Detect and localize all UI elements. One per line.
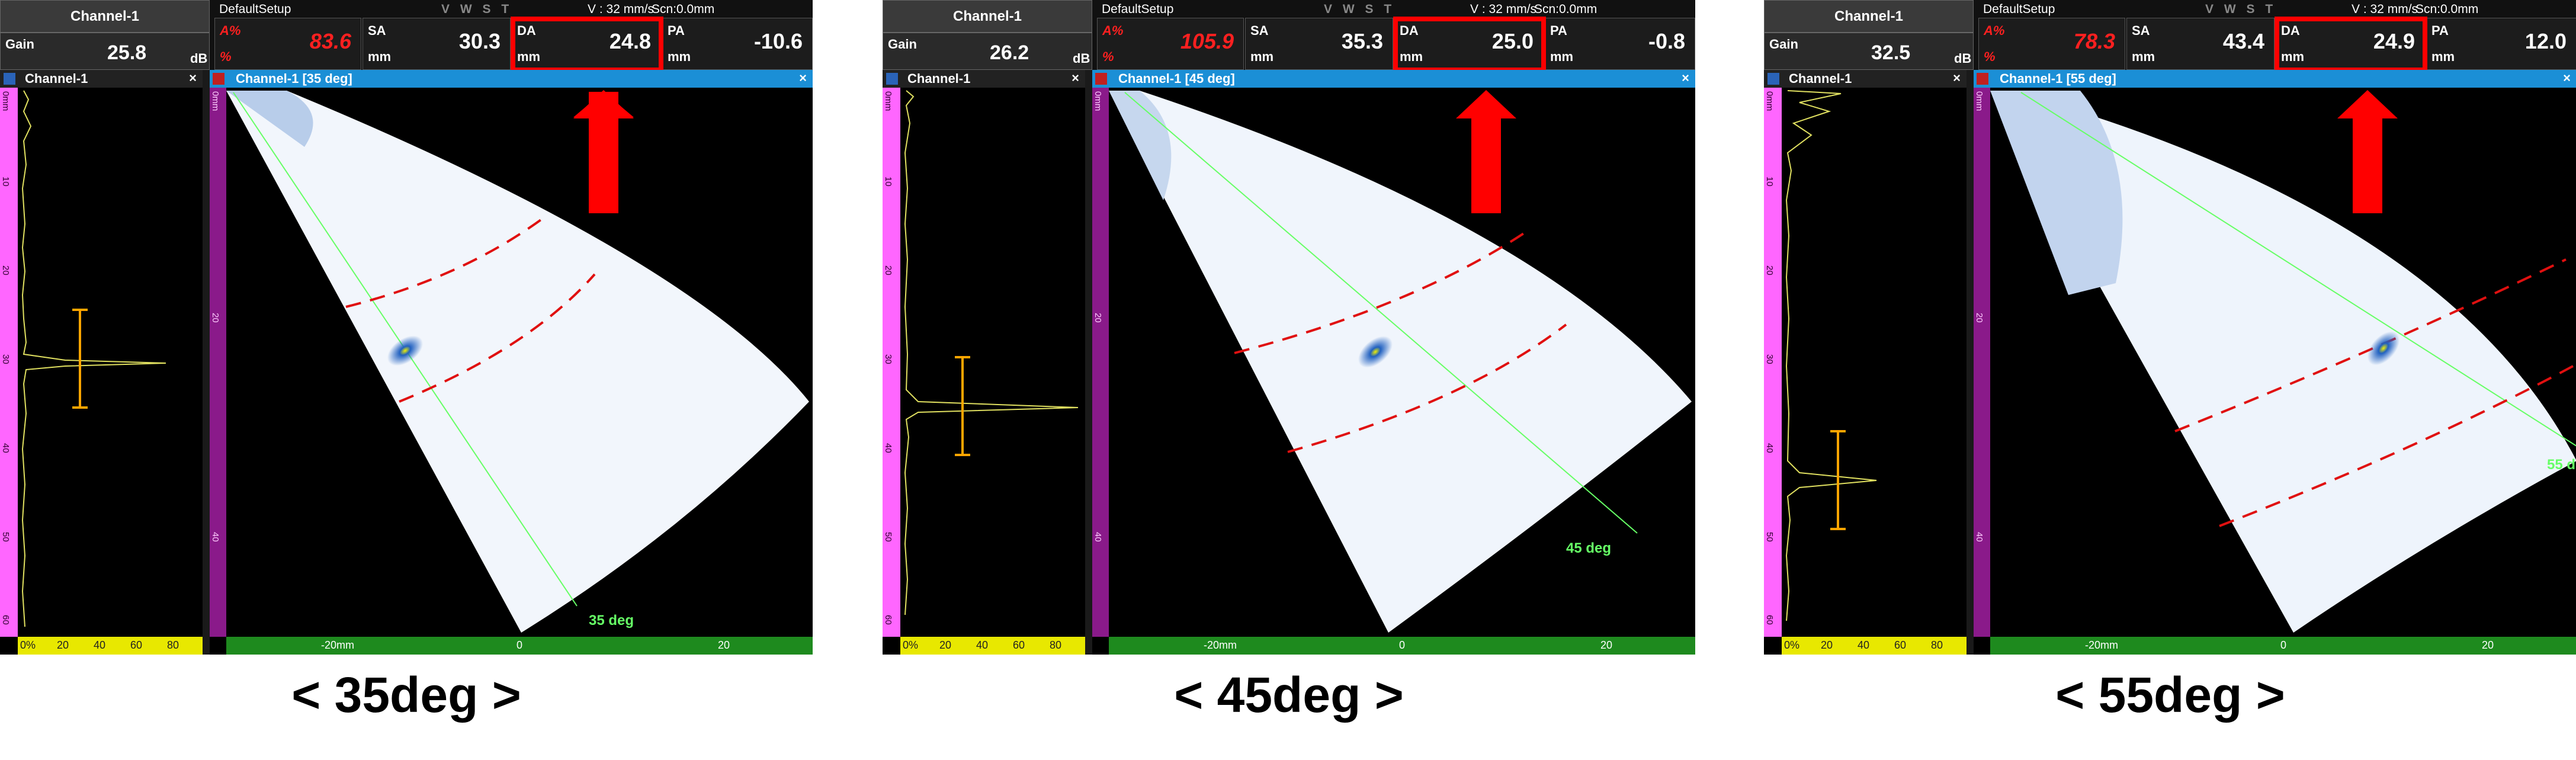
arrow-shaft xyxy=(2353,117,2382,213)
beam-angle-label: 45 deg xyxy=(1566,540,1611,556)
index-scale: -20mm 0 20 xyxy=(226,637,813,655)
amplitude-scale: 0% 20 40 60 80 xyxy=(1782,637,1967,655)
scale-label: 0% xyxy=(20,639,36,651)
index-scale: -20mm 0 20 xyxy=(1109,637,1695,655)
arrow-head xyxy=(573,90,634,118)
arrow-overlay xyxy=(573,90,634,213)
caption-55deg: < 55deg > xyxy=(2055,667,2285,723)
scale-label: 60 xyxy=(1894,639,1907,651)
scale-label: 60 xyxy=(130,639,143,651)
scale-label: 20 xyxy=(57,639,69,651)
scale-label: 20 xyxy=(1600,639,1613,651)
scale-label: 0% xyxy=(1784,639,1800,651)
beam-angle-label: 55 d xyxy=(2547,457,2575,473)
scale-label: 0 xyxy=(1399,639,1406,651)
up-arrow-icon xyxy=(2337,90,2398,118)
scale-label: 80 xyxy=(167,639,179,651)
scale-label: 80 xyxy=(1050,639,1062,651)
caption-45deg: < 45deg > xyxy=(1174,667,1404,723)
scale-label: 0% xyxy=(903,639,919,651)
arrow-overlay xyxy=(1456,90,1516,213)
scale-label: 40 xyxy=(94,639,106,651)
arrow-shaft xyxy=(589,117,618,213)
scale-label: 40 xyxy=(1858,639,1870,651)
scale-label: 40 xyxy=(976,639,989,651)
scale-label: 60 xyxy=(1013,639,1025,651)
scale-label: -20mm xyxy=(321,639,355,651)
scale-label: 0 xyxy=(2280,639,2287,651)
index-scale: -20mm 0 20 xyxy=(1990,637,2576,655)
amplitude-scale: 0% 20 40 60 80 xyxy=(18,637,203,655)
amplitude-scale: 0% 20 40 60 80 xyxy=(900,637,1085,655)
scale-label: 20 xyxy=(939,639,952,651)
scale-label: 20 xyxy=(718,639,730,651)
scale-label: 20 xyxy=(2482,639,2494,651)
ut-panel-55deg: Channel-1 Gain 32.5 dB DefaultSetup V W … xyxy=(1764,0,2576,655)
scale-label: -20mm xyxy=(1204,639,1237,651)
arrow-overlay xyxy=(2337,90,2398,213)
scale-label: 20 xyxy=(1821,639,1833,651)
scale-label: 80 xyxy=(1931,639,1943,651)
up-arrow-icon xyxy=(1456,90,1516,118)
ut-panel-45deg: Channel-1 Gain 26.2 dB DefaultSetup V W … xyxy=(883,0,1695,655)
scale-label: 0 xyxy=(517,639,523,651)
beam-angle-label: 35 deg xyxy=(589,613,634,628)
scale-label: -20mm xyxy=(2085,639,2119,651)
arrow-shaft xyxy=(1471,117,1501,213)
caption-35deg: < 35deg > xyxy=(291,667,521,723)
ut-panel-35deg: Channel-1 Gain 25.8 dB DefaultSetup V W … xyxy=(0,0,813,655)
